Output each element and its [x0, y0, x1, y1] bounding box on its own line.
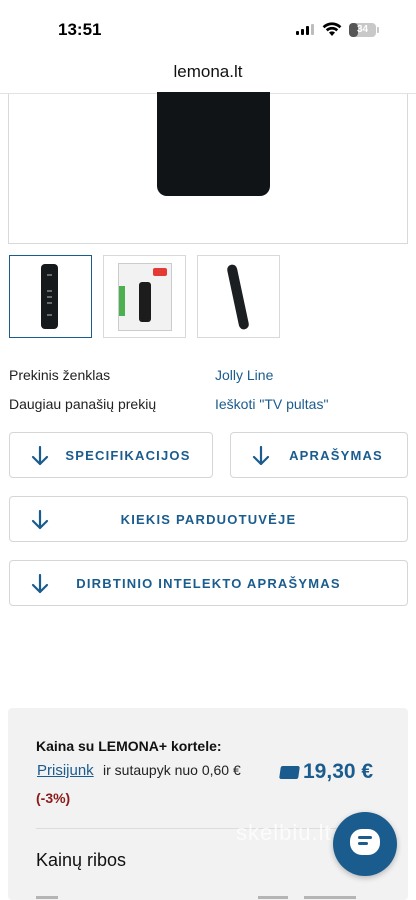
price-ranges-header-row: [36, 896, 380, 900]
battery-text: 34: [356, 24, 369, 35]
stock-label: KIEKIS PARDUOTUVĖJE: [120, 511, 297, 527]
signal-icon: [296, 24, 314, 35]
arrow-down-icon: [31, 509, 49, 530]
wifi-icon: [322, 22, 342, 36]
status-bar: 13:51 34: [0, 0, 416, 56]
loyalty-price: 19,30 €: [303, 760, 374, 783]
chat-button[interactable]: [333, 812, 397, 876]
loyalty-price-title: Kaina su LEMONA+ kortele:: [36, 738, 222, 754]
description-label: APRAŠYMAS: [289, 447, 383, 463]
thumbnail-remote-package[interactable]: [103, 255, 186, 338]
battery-cap: [377, 27, 379, 33]
remote-image: [157, 92, 270, 196]
specifications-label: SPECIFIKACIJOS: [65, 447, 191, 463]
description-button[interactable]: APRAŠYMAS: [230, 432, 408, 478]
thumbnail-remote-side[interactable]: [197, 255, 280, 338]
thumbnail-remote-front[interactable]: [9, 255, 92, 338]
login-savings-text: ir sutaupyk nuo 0,60 €: [103, 762, 241, 778]
price-ranges-title[interactable]: Kainų ribos: [36, 850, 126, 871]
ai-description-button[interactable]: DIRBTINIO INTELEKTO APRAŠYMAS: [9, 560, 408, 606]
chat-icon: [350, 829, 380, 855]
specifications-button[interactable]: SPECIFIKACIJOS: [9, 432, 213, 478]
arrow-down-icon: [31, 573, 49, 594]
arrow-down-icon: [252, 445, 270, 466]
status-time: 13:51: [58, 20, 102, 39]
discount-badge: (-3%): [36, 790, 71, 806]
remote-thumb-image: [41, 264, 58, 329]
attr-similar-label: Daugiau panašių prekių: [9, 396, 157, 412]
attr-similar-link[interactable]: Ieškoti "TV pultas": [215, 396, 328, 412]
attr-brand-value[interactable]: Jolly Line: [215, 367, 273, 383]
remote-side-thumb-image: [226, 263, 250, 331]
attr-brand-label: Prekinis ženklas: [9, 367, 111, 383]
address-bar[interactable]: lemona.lt: [0, 56, 416, 94]
arrow-down-icon: [31, 445, 49, 466]
main-product-image[interactable]: [8, 92, 408, 244]
package-thumb-image: [118, 263, 172, 331]
address-text[interactable]: lemona.lt: [0, 56, 416, 88]
watermark: skelbiu.lt: [236, 820, 332, 845]
login-link[interactable]: Prisijunk: [37, 762, 94, 779]
battery-icon: 34: [349, 23, 376, 37]
card-icon: [279, 766, 300, 779]
stock-button[interactable]: KIEKIS PARDUOTUVĖJE: [9, 496, 408, 542]
ai-description-label: DIRBTINIO INTELEKTO APRAŠYMAS: [76, 575, 341, 591]
